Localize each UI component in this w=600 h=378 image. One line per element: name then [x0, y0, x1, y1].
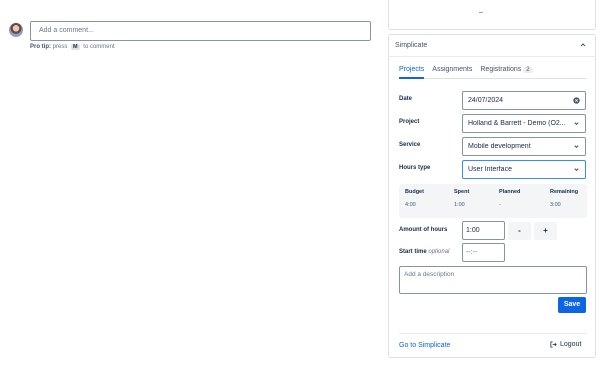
hours-type-label: Hours type [399, 165, 431, 171]
hours-type-select[interactable]: User Interface [462, 160, 586, 179]
budget-value: 4:00 [405, 202, 416, 208]
footer-divider [399, 333, 587, 334]
tab-registrations[interactable]: Registrations 2 [480, 65, 533, 79]
service-label: Service [399, 142, 421, 148]
start-time-input[interactable]: --:-- [462, 243, 505, 262]
date-value: 24/07/2024 [468, 97, 504, 104]
optional-hint: optional [428, 249, 450, 255]
project-label: Project [399, 119, 420, 125]
start-time-label: Start time optional [399, 249, 449, 255]
service-select[interactable]: Mobile development [462, 137, 586, 156]
panel-header[interactable]: Simplicate [389, 35, 595, 57]
planned-column: Planned - [499, 189, 520, 208]
hours-type-value: User Interface [468, 166, 512, 173]
protip-before: press [52, 44, 68, 50]
simplicate-panel: Simplicate Projects Assignments Registra… [388, 34, 596, 358]
tab-projects[interactable]: Projects [399, 65, 425, 79]
chevron-down-icon [574, 122, 579, 126]
save-button[interactable]: Save [558, 297, 586, 313]
service-value: Mobile development [468, 143, 531, 150]
tab-registrations-label: Registrations [480, 66, 522, 73]
tab-bar: Projects Assignments Registrations 2 [399, 65, 587, 79]
decrement-button[interactable]: - [508, 222, 531, 240]
remaining-column: Remaining 3:00 [550, 189, 578, 208]
registrations-count-badge: 2 [523, 67, 533, 73]
chevron-down-icon [574, 145, 579, 149]
spent-header: Spent [454, 189, 470, 195]
logout-icon [550, 341, 557, 348]
tab-assignments[interactable]: Assignments [432, 65, 472, 79]
remaining-header: Remaining [550, 189, 579, 195]
description-textarea[interactable]: Add a description [399, 266, 587, 294]
go-to-simplicate-link[interactable]: Go to Simplicate [399, 342, 450, 349]
planned-header: Planned [499, 189, 521, 195]
remaining-value: 3:00 [550, 202, 561, 208]
amount-label: Amount of hours [399, 227, 448, 233]
logout-button[interactable]: Logout [550, 341, 581, 348]
increment-button[interactable]: + [534, 222, 557, 240]
hours-summary: Budget 4:00 Spent 1:00 Planned - Remaini… [399, 184, 587, 218]
project-value: Holland & Barrett - Demo (O2... [468, 120, 566, 127]
collapsed-panel [388, 0, 596, 30]
user-avatar [9, 23, 23, 37]
planned-value: - [499, 202, 501, 208]
comment-input[interactable]: Add a comment... [30, 21, 371, 41]
protip-text: Pro tip: press M to comment [30, 44, 115, 50]
chevron-up-icon[interactable] [579, 41, 587, 49]
budget-header: Budget [405, 189, 424, 195]
keyboard-shortcut-key: M [71, 44, 80, 50]
start-time-label-text: Start time [399, 249, 427, 255]
clear-icon[interactable] [573, 97, 580, 104]
budget-column: Budget 4:00 [405, 189, 424, 208]
collapsed-panel-handle [479, 12, 483, 13]
spent-column: Spent 1:00 [454, 189, 469, 208]
protip-after: to comment [83, 44, 115, 50]
panel-title: Simplicate [395, 42, 428, 49]
date-field[interactable]: 24/07/2024 [462, 91, 586, 110]
logout-label: Logout [560, 341, 582, 348]
chevron-down-icon [574, 168, 579, 172]
spent-value: 1:00 [454, 202, 465, 208]
date-label: Date [399, 96, 413, 102]
project-select[interactable]: Holland & Barrett - Demo (O2... [462, 114, 586, 133]
protip-label: Pro tip: [30, 44, 51, 50]
amount-input[interactable]: 1:00 [462, 221, 505, 240]
